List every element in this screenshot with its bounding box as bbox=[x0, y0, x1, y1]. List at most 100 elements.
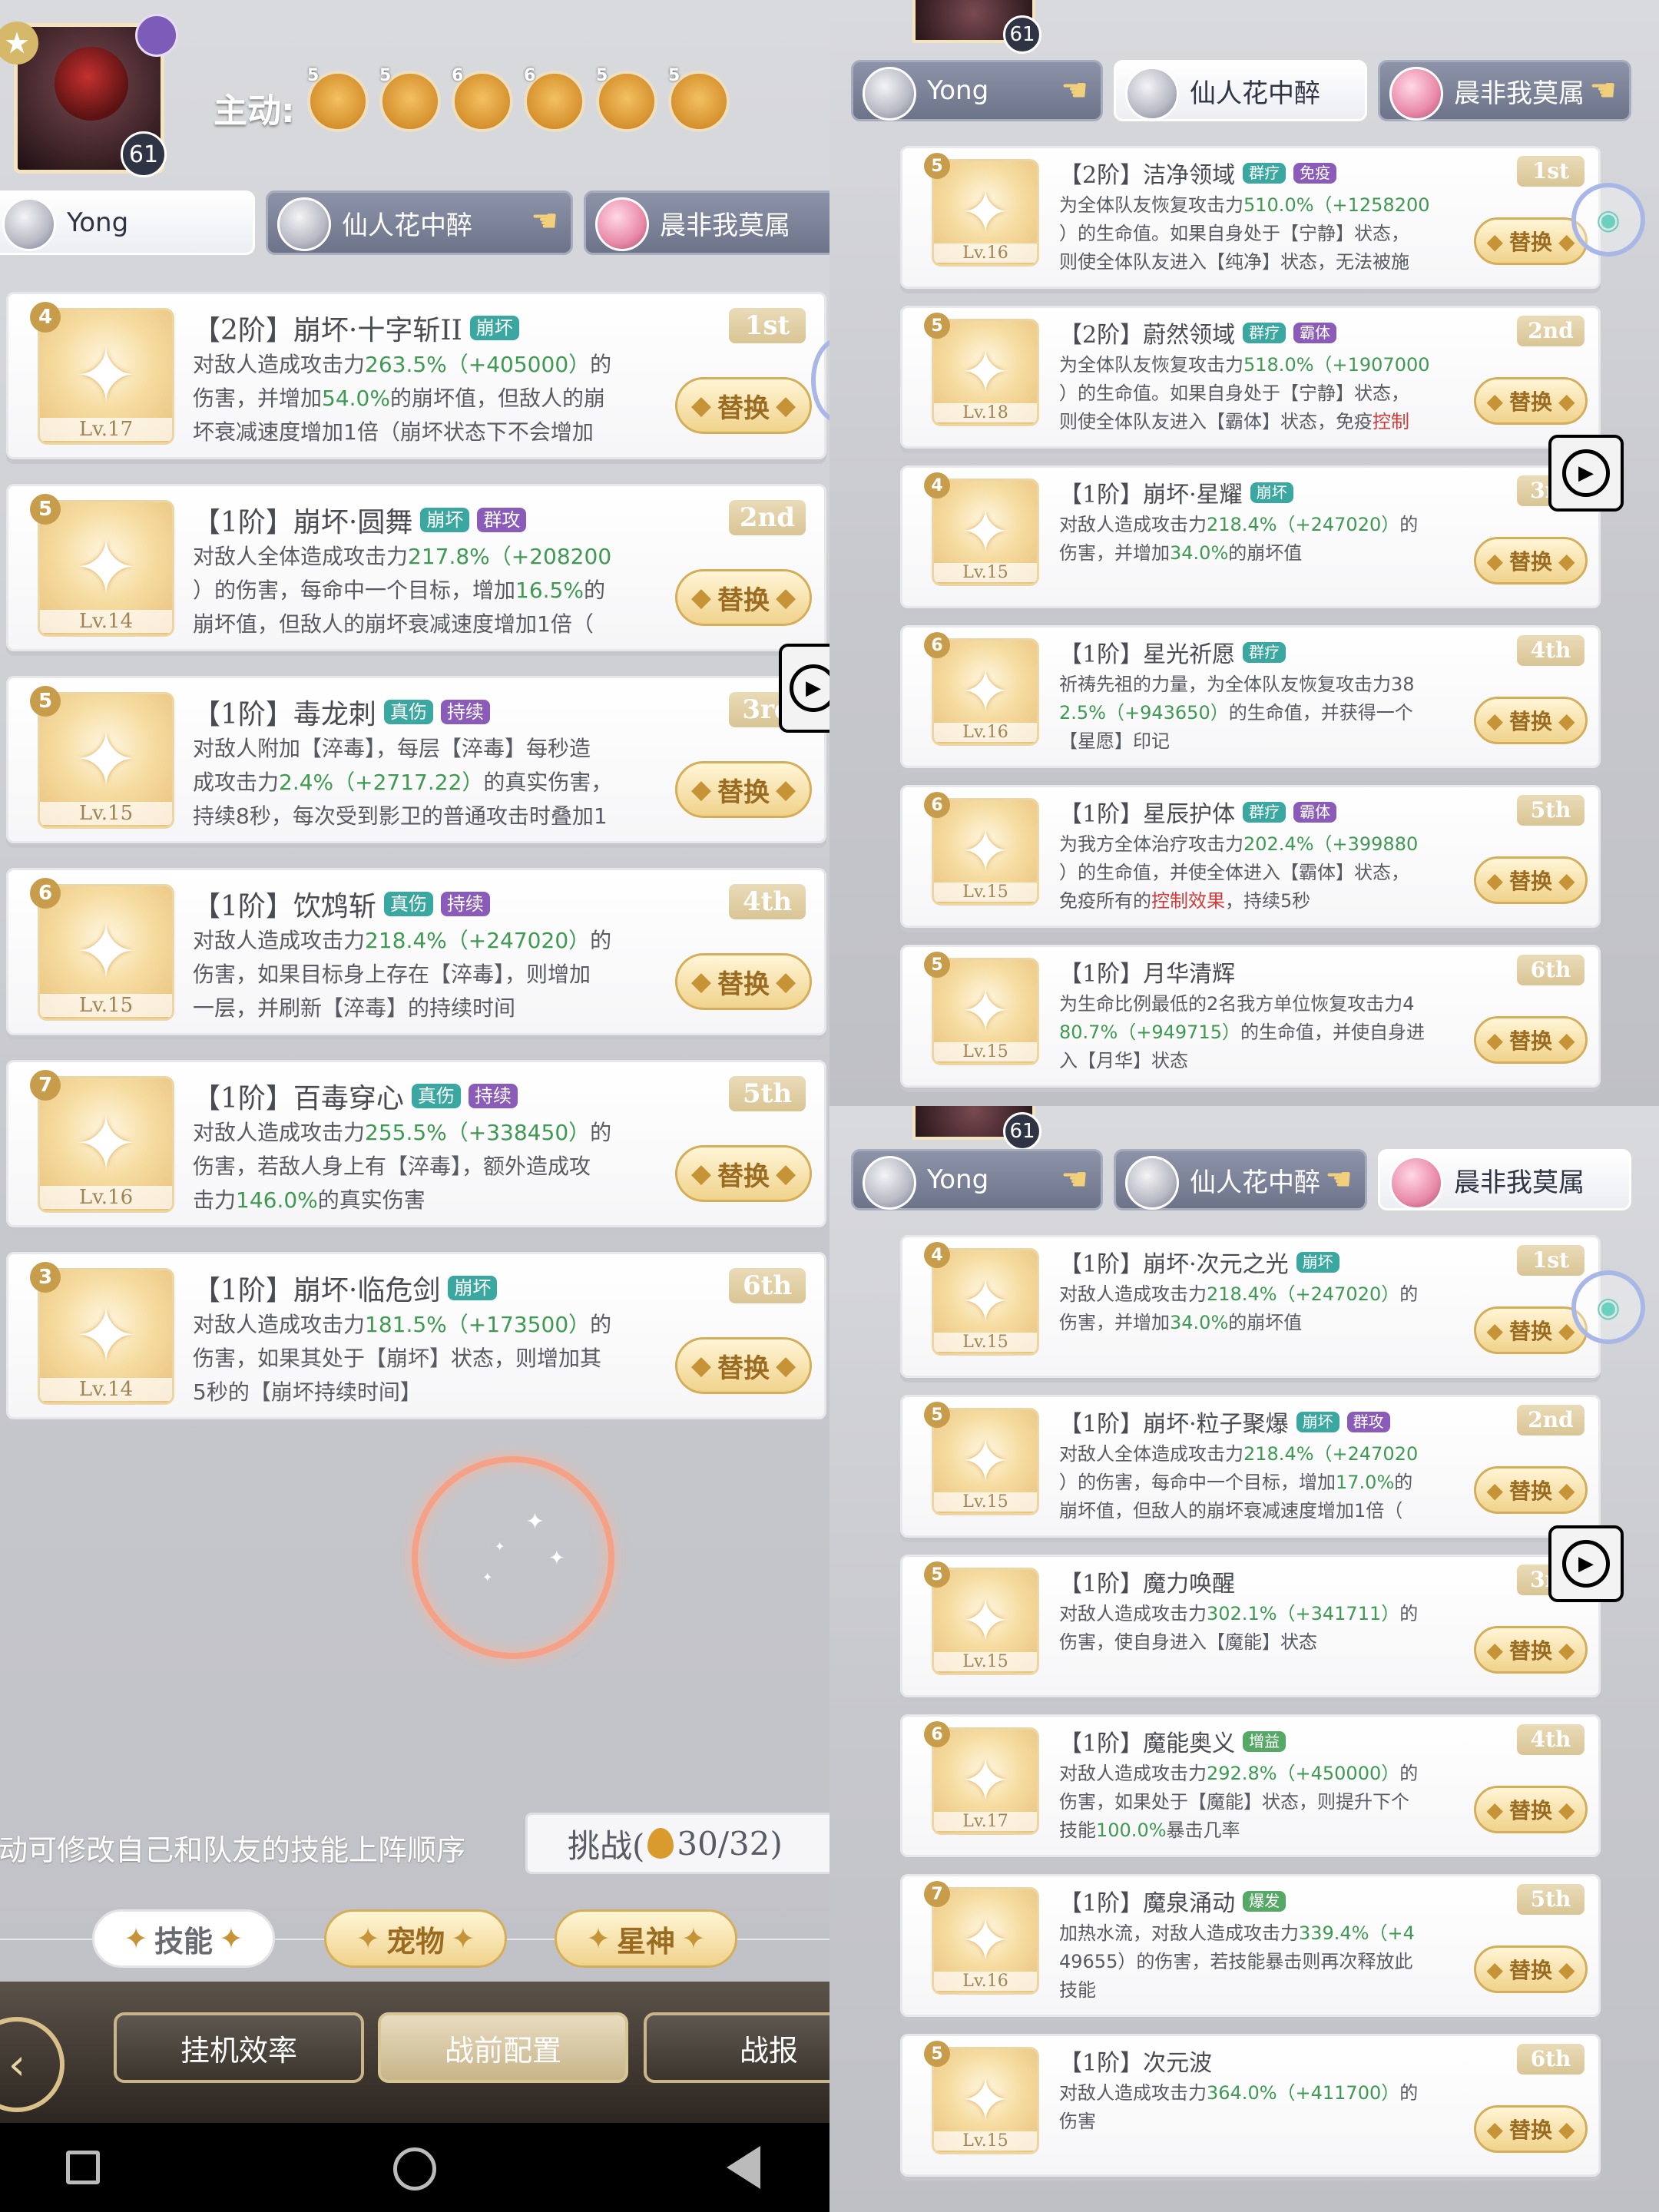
skill-card[interactable]: ✦ Lv.15 6 【1阶】星辰护体 群疗 霸体 5th 为我方全体治疗攻击力202.4%（+… bbox=[900, 785, 1601, 928]
swap-button[interactable]: ◆ 替换 ◆ bbox=[675, 569, 812, 626]
skill-card[interactable]: ✦Lv.154【1阶】崩坏·星耀崩坏3rd对敌人造成攻击力218.4%（+247… bbox=[900, 465, 1601, 608]
skill-description-line: 则使全体队友进入【纯净】状态，无法被施 bbox=[1059, 251, 1409, 273]
active-skill-slot[interactable]: 5 bbox=[596, 66, 657, 132]
tab-chen[interactable]: 晨非我莫属 bbox=[584, 190, 830, 255]
active-slot-stars: 6 bbox=[524, 66, 536, 85]
skill-card[interactable]: ✦ Lv.15 4 【1阶】崩坏·次元之光 崩坏 1st 对敌人造成攻击力218.4%（+2… bbox=[900, 1235, 1601, 1378]
active-skill-slot[interactable]: 5 bbox=[379, 66, 441, 132]
skill-card[interactable]: ✦ Lv.16 6 【1阶】星光祈愿 群疗 4th 祈祷先祖的力量，为全体队友恢复攻击力38… bbox=[900, 625, 1601, 768]
skill-level: Lv.14 bbox=[40, 610, 172, 633]
idle-efficiency-button[interactable]: 挂机效率 bbox=[114, 2012, 364, 2083]
swap-button[interactable]: ◆ 替换 ◆ bbox=[1474, 1626, 1588, 1674]
swap-button[interactable]: ◆ 替换 ◆ bbox=[675, 761, 812, 818]
skill-card[interactable]: ✦ Lv.14 5 【1阶】崩坏·圆舞 崩坏 群攻 2nd 对敌人全体造成攻击力217.8%（… bbox=[6, 484, 826, 651]
skill-card[interactable]: ✦ Lv.15 5 【1阶】崩坏·粒子聚爆 崩坏 群攻 2nd 对敌人全体造成攻击力218.4… bbox=[900, 1395, 1601, 1538]
character-avatar-icon bbox=[277, 197, 331, 251]
skill-card[interactable]: ✦ Lv.16 7 【1阶】魔泉涌动 爆发 5th 加热水流，对敌人造成攻击力339.4%（… bbox=[900, 1874, 1601, 2017]
skill-card[interactable]: ✦Lv.155【1阶】魔力唤醒3rd对敌人造成攻击力302.1%（+341711… bbox=[900, 1555, 1601, 1697]
android-back-button[interactable] bbox=[727, 2146, 760, 2189]
skill-card[interactable]: ✦ Lv.15 6 【1阶】饮鸩斩 真伤 持续 4th 对敌人造成攻击力218.4%（+247… bbox=[6, 868, 826, 1035]
skill-title: 【1阶】崩坏·圆舞 bbox=[193, 507, 413, 538]
skill-card[interactable]: ✦ Lv.15 5 【1阶】次元波 6th 对敌人造成攻击力364.0%（+411700）… bbox=[900, 2034, 1601, 2177]
skill-title-row: 【1阶】饮鸩斩 真伤 持续 bbox=[193, 884, 490, 924]
active-skill-slot[interactable]: 6 bbox=[452, 66, 513, 132]
skill-description-line: 为全体队友恢复攻击力510.0%（+1258200 bbox=[1059, 194, 1430, 216]
skill-card[interactable]: ✦ Lv.14 3 【1阶】崩坏·临危剑 崩坏 6th 对敌人造成攻击力181.5%（+17… bbox=[6, 1252, 826, 1419]
hero-avatar[interactable]: 61 bbox=[912, 1106, 1041, 1151]
tab-yong[interactable]: Yong ☚ bbox=[851, 1149, 1103, 1210]
skill-star-count: 5 bbox=[30, 494, 61, 525]
battle-report-button[interactable]: 战报 bbox=[644, 2012, 830, 2083]
tab-yong[interactable]: Yong ☚ bbox=[851, 60, 1103, 121]
active-skill-slot[interactable]: 5 bbox=[668, 66, 730, 132]
tab-chen[interactable]: 晨非我莫属 bbox=[1378, 1149, 1631, 1210]
skill-description-line: ）的伤害，每命中一个目标，增加17.0%的 bbox=[1059, 1472, 1413, 1493]
skill-card[interactable]: ✦ Lv.18 5 【2阶】蔚然领域 群疗 霸体 2nd 为全体队友恢复攻击力518.0%（+… bbox=[900, 306, 1601, 449]
skill-card[interactable]: ✦ Lv.17 4 【2阶】崩坏·十字斩II 崩坏 1st 对敌人造成攻击力263.5%（+… bbox=[6, 292, 826, 459]
skill-title: 【1阶】次元波 bbox=[1059, 2050, 1213, 2077]
skill-card[interactable]: ✦ Lv.17 6 【1阶】魔能奥义 增益 4th 对敌人造成攻击力292.8%（+4500… bbox=[900, 1714, 1601, 1857]
skill-description-line: 伤害，如果处于【魔能】状态，则提升下个 bbox=[1059, 1791, 1409, 1813]
tab-xianren[interactable]: 仙人花中醉 ☚ bbox=[266, 190, 573, 255]
pre-battle-setup-button[interactable]: 战前配置 bbox=[378, 2012, 628, 2083]
skill-card[interactable]: ✦ Lv.15 5 【1阶】月华清辉 6th 为生命比例最低的2名我方单位恢复攻击力4 80… bbox=[900, 945, 1601, 1088]
hero-avatar[interactable]: 61 bbox=[912, 0, 1041, 54]
skill-description-line: 击力146.0%的真实伤害 bbox=[193, 1187, 426, 1213]
skill-card[interactable]: ✦ Lv.15 5 【1阶】毒龙刺 真伤 持续 3rd 对敌人附加【淬毒】，每层【淬毒】每秒造… bbox=[6, 676, 826, 843]
skill-description: 为我方全体治疗攻击力202.4%（+399880 ）的生命值，并使全体进入【霸体】… bbox=[1059, 830, 1474, 916]
skill-tag: 免疫 bbox=[1293, 162, 1337, 184]
skill-tag: 爆发 bbox=[1243, 1890, 1286, 1912]
skill-level: Lv.15 bbox=[40, 994, 172, 1017]
swap-label: 替换 bbox=[1508, 1798, 1552, 1823]
back-button[interactable]: ‹ bbox=[0, 2017, 65, 2112]
swap-button[interactable]: ◆ 替换 ◆ bbox=[1474, 1306, 1588, 1354]
swap-label: 替换 bbox=[1508, 1638, 1552, 1664]
skill-description-line: 祈祷先祖的力量，为全体队友恢复攻击力38 bbox=[1059, 674, 1415, 695]
challenge-button[interactable]: 挑战( 30/32 ) bbox=[525, 1813, 830, 1874]
skill-rank-badge: 5th bbox=[1517, 795, 1584, 826]
swap-button[interactable]: ◆ 替换 ◆ bbox=[1474, 2105, 1588, 2153]
bottom-tab-skills[interactable]: ✦ 技能 ✦ bbox=[92, 1909, 275, 1968]
swap-button[interactable]: ◆ 替换 ◆ bbox=[675, 1337, 812, 1394]
bottom-tab-stars[interactable]: ✦ 星神 ✦ bbox=[555, 1909, 737, 1968]
bottom-tab-pets[interactable]: ✦ 宠物 ✦ bbox=[324, 1909, 507, 1968]
swap-button[interactable]: ◆ 替换 ◆ bbox=[1474, 697, 1588, 744]
swap-button[interactable]: ◆ 替换 ◆ bbox=[1474, 537, 1588, 584]
recents-button[interactable] bbox=[66, 2151, 100, 2184]
swap-button[interactable]: ◆ 替换 ◆ bbox=[1474, 1945, 1588, 1993]
swap-button[interactable]: ◆ 替换 ◆ bbox=[1474, 1466, 1588, 1514]
skill-level: Lv.15 bbox=[934, 563, 1037, 582]
diamond-icon: ◆ bbox=[776, 390, 796, 421]
active-skill-slot[interactable]: 6 bbox=[524, 66, 585, 132]
skill-description-line: 伤害，并增加54.0%的崩坏值，但敌人的崩 bbox=[193, 386, 605, 411]
swap-button[interactable]: ◆ 替换 ◆ bbox=[1474, 377, 1588, 425]
home-button[interactable] bbox=[393, 2147, 436, 2190]
tab-xianren[interactable]: 仙人花中醉 ☚ bbox=[1114, 1149, 1367, 1210]
skill-card[interactable]: ✦ Lv.16 7 【1阶】百毒穿心 真伤 持续 5th 对敌人造成攻击力255.5%（+33… bbox=[6, 1060, 826, 1227]
swap-button[interactable]: ◆ 替换 ◆ bbox=[675, 377, 812, 434]
skill-description: 对敌人造成攻击力292.8%（+450000）的 伤害，如果处于【魔能】状态，则提… bbox=[1059, 1760, 1474, 1845]
skill-icon: ✦ Lv.15 bbox=[38, 884, 174, 1021]
diamond-icon: ◆ bbox=[1558, 1637, 1575, 1663]
swap-button[interactable]: ◆ 替换 ◆ bbox=[675, 953, 812, 1010]
skill-tag: 崩坏 bbox=[1296, 1251, 1339, 1273]
tab-yong[interactable]: Yong bbox=[0, 190, 255, 255]
skill-rank-badge: 2nd bbox=[729, 500, 806, 535]
skill-title: 【1阶】崩坏·次元之光 bbox=[1059, 1251, 1289, 1278]
skill-icon: ✦ Lv.15 bbox=[38, 692, 174, 829]
replay-button[interactable]: ▶ bbox=[1548, 435, 1624, 512]
skill-tag: 增益 bbox=[1243, 1730, 1286, 1752]
swap-button[interactable]: ◆ 替换 ◆ bbox=[675, 1145, 812, 1202]
active-skill-slot[interactable]: 5 bbox=[307, 66, 369, 132]
skill-card[interactable]: ✦ Lv.16 5 【2阶】洁净领域 群疗 免疫 1st 为全体队友恢复攻击力510.0%（+… bbox=[900, 146, 1601, 289]
replay-button[interactable]: ▶ bbox=[1548, 1525, 1624, 1602]
swap-label: 替换 bbox=[1508, 1319, 1552, 1344]
tab-chen[interactable]: 晨非我莫属 ☚ bbox=[1378, 60, 1631, 121]
swap-button[interactable]: ◆ 替换 ◆ bbox=[1474, 217, 1588, 265]
swap-button[interactable]: ◆ 替换 ◆ bbox=[1474, 1016, 1588, 1064]
tab-xianren[interactable]: 仙人花中醉 bbox=[1114, 60, 1367, 121]
skill-description: 对敌人附加【淬毒】，每层【淬毒】每秒造 成攻击力2.4%（+2717.22）的真实… bbox=[193, 732, 661, 833]
swap-button[interactable]: ◆ 替换 ◆ bbox=[1474, 1786, 1588, 1833]
swap-button[interactable]: ◆ 替换 ◆ bbox=[1474, 856, 1588, 904]
replay-button[interactable]: ▶ bbox=[779, 644, 830, 733]
